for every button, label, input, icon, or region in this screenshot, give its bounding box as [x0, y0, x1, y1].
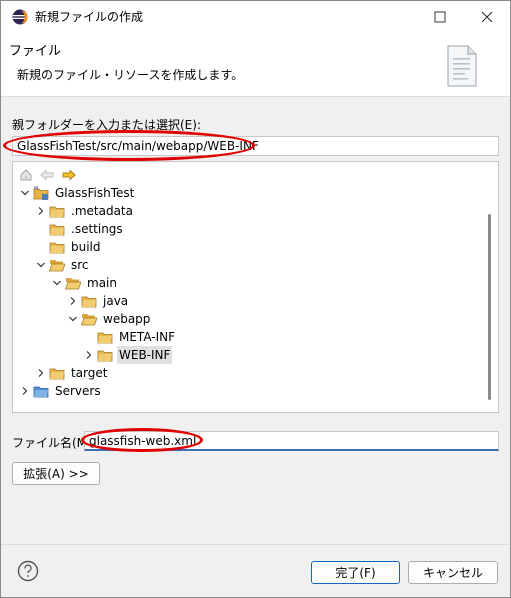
tree-item-label: src [71, 258, 89, 272]
folder-icon [49, 368, 65, 380]
servers-folder-icon [33, 386, 49, 398]
parent-folder-input[interactable]: GlassFishTest/src/main/webapp/WEB-INF [12, 136, 499, 156]
tree-item-label: main [87, 276, 117, 290]
close-icon [481, 11, 493, 22]
tree-item-label: .metadata [71, 204, 133, 218]
tree-item-label: META-INF [119, 330, 176, 344]
chevron-right-icon[interactable] [67, 295, 79, 307]
chevron-down-icon[interactable] [67, 313, 79, 325]
open-folder-icon [49, 260, 65, 272]
back-button[interactable] [38, 166, 56, 184]
eclipse-icon [12, 9, 28, 25]
tree-item-label: .settings [71, 222, 123, 236]
parent-folder-label: 親フォルダーを入力または選択(E): [12, 118, 201, 132]
folder-tree[interactable]: M GlassFishTest .metadata .settings buil… [12, 161, 499, 413]
maximize-button[interactable] [417, 1, 463, 32]
banner-description: 新規のファイル・リソースを作成します。 [17, 68, 244, 82]
tree-item-label: GlassFishTest [55, 186, 135, 200]
new-file-dialog: 新規ファイルの作成 ファイル 新規のファイル・リソースを作成します。 親フォルダ… [0, 0, 511, 598]
chevron-right-icon[interactable] [83, 349, 95, 361]
wizard-banner: ファイル 新規のファイル・リソースを作成します。 [1, 32, 510, 97]
new-file-wizard-icon [447, 45, 477, 87]
tree-item-label: WEB-INF [117, 346, 173, 364]
open-folder-icon [65, 278, 81, 290]
chevron-down-icon[interactable] [35, 259, 47, 271]
back-arrow-icon [40, 169, 54, 181]
open-folder-icon [81, 314, 97, 326]
folder-icon [49, 206, 65, 218]
forward-button[interactable] [60, 166, 78, 184]
chevron-down-icon[interactable] [51, 277, 63, 289]
maximize-icon [434, 11, 446, 22]
folder-icon [97, 332, 113, 344]
tree-item-label: target [71, 366, 108, 380]
tree-item-label: webapp [103, 312, 151, 326]
help-icon[interactable] [17, 560, 39, 582]
tree-scrollbar[interactable] [488, 214, 491, 400]
folder-icon [49, 242, 65, 254]
forward-arrow-icon [62, 169, 76, 181]
cancel-button[interactable]: キャンセル [408, 561, 498, 584]
chevron-right-icon[interactable] [19, 385, 31, 397]
svg-text:M: M [34, 186, 38, 192]
banner-title: ファイル [9, 44, 62, 59]
tree-item-label: Servers [55, 384, 101, 398]
button-bar-separator [1, 544, 510, 545]
folder-icon [49, 224, 65, 236]
folder-icon [97, 350, 113, 362]
file-name-input[interactable]: glassfish-web.xml [84, 431, 499, 451]
chevron-right-icon[interactable] [35, 205, 47, 217]
chevron-down-icon[interactable] [19, 187, 31, 199]
finish-button[interactable]: 完了(F) [311, 561, 400, 584]
home-icon [20, 169, 32, 181]
title-bar: 新規ファイルの作成 [1, 1, 510, 32]
project-icon: M [33, 186, 49, 200]
advanced-button[interactable]: 拡張(A) >> [12, 462, 100, 485]
close-button[interactable] [464, 1, 510, 32]
chevron-right-icon[interactable] [35, 367, 47, 379]
home-button[interactable] [17, 166, 35, 184]
window-title: 新規ファイルの作成 [35, 10, 144, 24]
tree-item-label: java [103, 294, 129, 308]
tree-item-label: build [71, 240, 101, 254]
folder-icon [81, 296, 97, 308]
